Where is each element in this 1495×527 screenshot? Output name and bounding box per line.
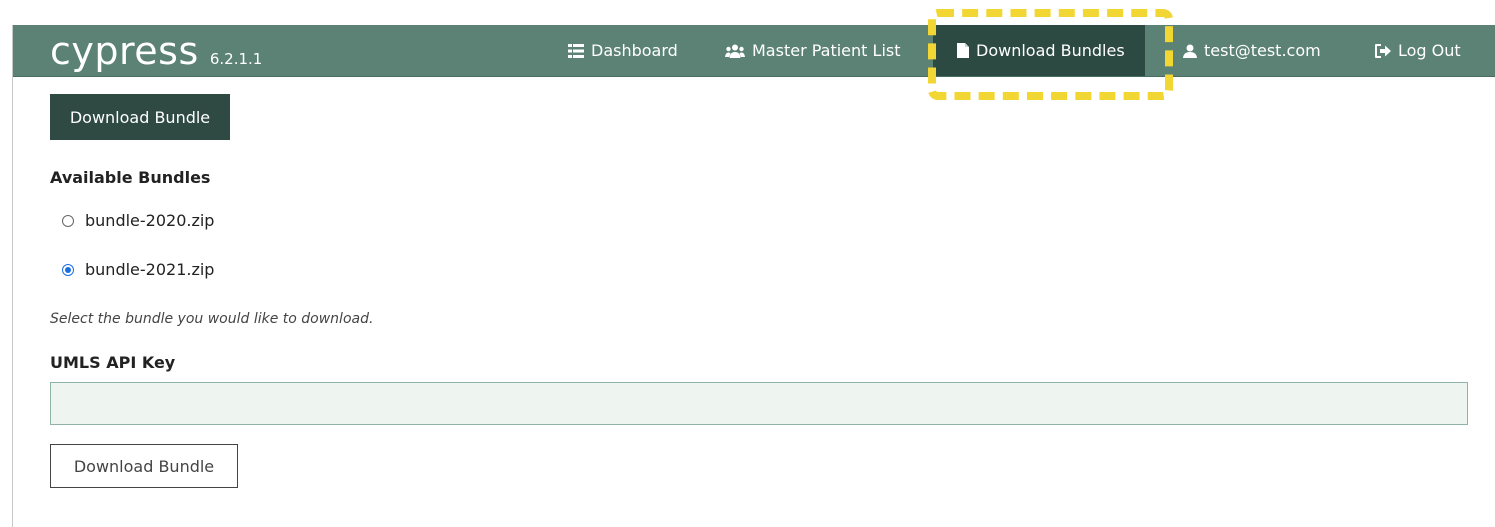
brand[interactable]: cypress 6.2.1.1 — [50, 29, 262, 73]
umls-api-key-label: UMLS API Key — [50, 353, 176, 372]
bundle-2021-radio[interactable] — [62, 263, 74, 276]
umls-api-key-input[interactable] — [50, 382, 1468, 425]
page-frame-border — [12, 25, 13, 527]
bundle-2021-label: bundle-2021.zip — [85, 260, 215, 279]
nav-dashboard-label: Dashboard — [591, 41, 678, 60]
bundle-option-2020[interactable]: bundle-2020.zip — [62, 211, 214, 230]
brand-name: cypress — [50, 29, 199, 73]
nav-user-account[interactable]: test@test.com — [1183, 25, 1321, 76]
nav-user-email: test@test.com — [1204, 41, 1321, 60]
download-bundle-submit-button[interactable]: Download Bundle — [50, 444, 238, 488]
app-version: 6.2.1.1 — [209, 50, 263, 68]
nav-dashboard[interactable]: Dashboard — [568, 25, 678, 76]
nav-log-out-label: Log Out — [1398, 41, 1461, 60]
bundle-help-text: Select the bundle you would like to down… — [50, 311, 374, 327]
bundle-2020-label: bundle-2020.zip — [85, 211, 215, 230]
nav-master-patient-list[interactable]: Master Patient List — [725, 25, 901, 76]
nav-master-patient-list-label: Master Patient List — [752, 41, 901, 60]
nav-download-bundles[interactable]: Download Bundles — [933, 25, 1145, 76]
bundle-option-2021[interactable]: bundle-2021.zip — [62, 260, 214, 279]
available-bundles-heading: Available Bundles — [50, 168, 211, 187]
list-icon — [568, 43, 584, 58]
users-icon — [725, 44, 745, 58]
top-navbar: cypress 6.2.1.1 Dashboard Master Patient… — [13, 25, 1495, 77]
sign-out-icon — [1375, 43, 1391, 58]
nav-log-out[interactable]: Log Out — [1375, 25, 1461, 76]
file-icon — [957, 43, 969, 58]
user-icon — [1183, 44, 1197, 58]
nav-download-bundles-label: Download Bundles — [976, 41, 1125, 60]
download-bundle-top-button[interactable]: Download Bundle — [50, 94, 230, 140]
bundle-2020-radio[interactable] — [62, 214, 74, 227]
